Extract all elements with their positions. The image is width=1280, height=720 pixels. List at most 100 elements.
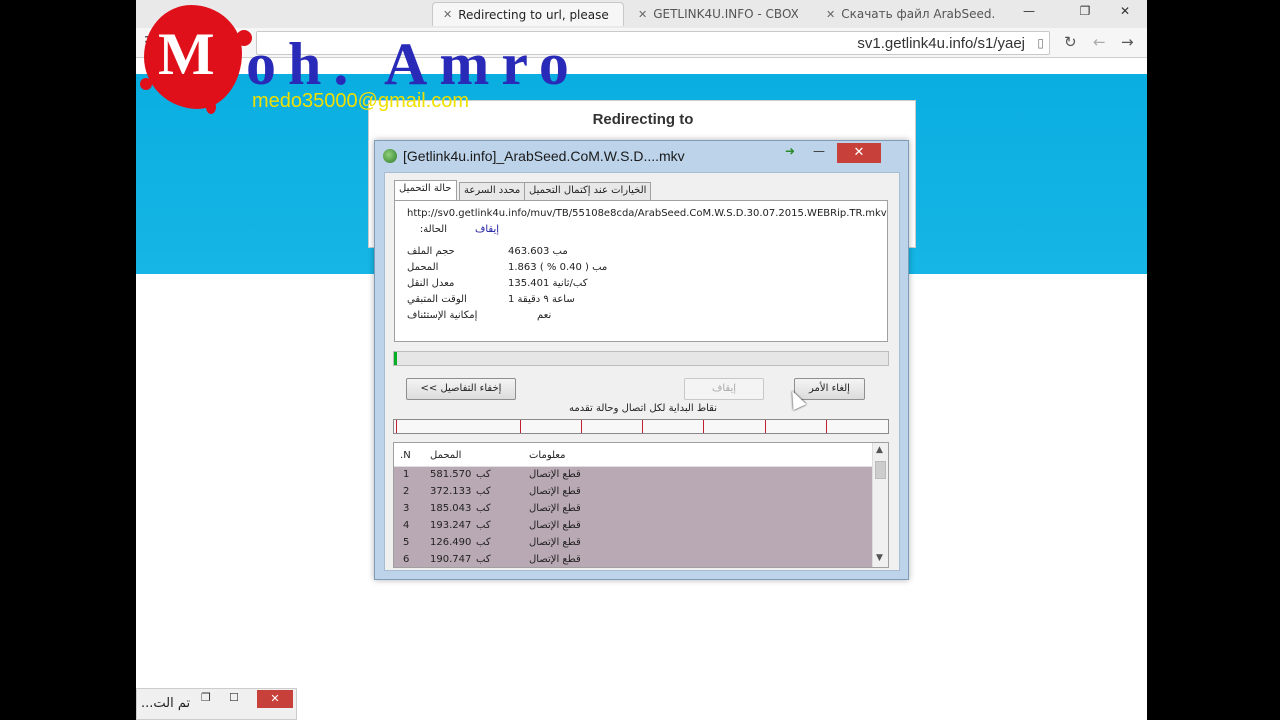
watermark-name: oh. Amro [246,31,581,97]
tab-strip: ✕ Redirecting to url, please ✕ GETLINK4U… [136,0,1147,28]
download-url: http://sv0.getlink4u.info/muv/TB/55108e8… [407,208,887,219]
connections-table: N. المحمل معلومات 1 581.570 كب قطع الإتص… [393,442,889,568]
row-unit: كب [476,537,491,548]
progress-fill [394,352,397,365]
connection-segments-bar [393,419,889,434]
close-tab-icon[interactable]: ✕ [638,8,647,21]
table-header: N. المحمل معلومات [394,443,872,467]
tab-arabseed[interactable]: ✕ Скачать файл ArabSeed. [816,2,998,26]
row-info: قطع الإتصال [529,469,581,480]
tab-speed-limiter[interactable]: محدد السرعة [459,182,526,200]
minimize-window-button[interactable]: — [1016,2,1042,20]
page-icon: ▯ [1037,36,1044,50]
table-scrollbar[interactable]: ▲ ▼ [872,443,888,567]
watermark-splatter [140,78,152,90]
forward-icon[interactable]: → [1121,33,1134,51]
row-info: قطع الإتصال [529,486,581,497]
arrow-icon[interactable]: ➜ [785,144,795,158]
segment-marker [765,420,766,433]
reload-icon[interactable]: ↻ [1064,33,1077,51]
row-unit: كب [476,520,491,531]
field-value: 1 ساعة ٩ دقيقة [508,294,575,305]
segment-marker [642,420,643,433]
hide-details-button[interactable]: إخفاء التفاصيل >> [406,378,516,400]
tab-label: Redirecting to url, please [458,7,609,22]
row-size: 185.043 [430,503,472,514]
table-row[interactable]: 2 372.133 كب قطع الإتصال [394,484,872,501]
maximize-icon[interactable]: ☐ [229,691,239,704]
field-label: معدل النقل [407,278,455,289]
watermark-initial: M [158,21,215,87]
url-text: sv1.getlink4u.info/s1/yaej [857,35,1025,52]
scroll-up-icon[interactable]: ▲ [876,445,883,455]
watermark-email: medo35000@gmail.com [252,90,470,112]
field-value: 135.401 كب/ثانية [508,278,588,289]
field-value: نعم [537,310,552,321]
column-header-n[interactable]: N. [400,450,411,461]
table-row[interactable]: 3 185.043 كب قطع الإتصال [394,501,872,518]
scrollbar-thumb[interactable] [875,461,886,479]
dialog-body: حالة التحميل محدد السرعة الخيارات عند إك… [384,172,900,571]
download-manager-icon [383,149,397,163]
close-tab-icon[interactable]: ✕ [443,8,452,21]
pause-button[interactable]: إيقاف [684,378,764,400]
back-icon[interactable]: ← [1093,33,1106,51]
restore-window-button[interactable]: ❐ [1072,2,1098,20]
row-number: 6 [403,554,410,565]
row-number: 3 [403,503,410,514]
row-number: 1 [403,469,410,480]
table-row[interactable]: 1 581.570 كب قطع الإتصال [394,467,872,484]
column-header-downloaded[interactable]: المحمل [430,450,461,461]
row-number: 4 [403,520,410,531]
field-label: حجم الملف [407,246,455,257]
table-row[interactable]: 6 190.747 كب قطع الإتصال [394,552,872,567]
row-info: قطع الإتصال [529,537,581,548]
row-unit: كب [476,469,491,480]
screen: ✕ Redirecting to url, please ✕ GETLINK4U… [136,0,1147,720]
table-body: 1 581.570 كب قطع الإتصال 2 372.133 كب قط… [394,467,872,567]
status-label: الحالة: [419,224,447,235]
watermark-splatter [206,100,216,114]
minimized-close-button[interactable]: ✕ [257,690,293,708]
row-size: 372.133 [430,486,472,497]
scroll-down-icon[interactable]: ▼ [876,553,883,563]
cancel-button[interactable]: إلغاء الأمر [794,378,865,400]
tab-label: Скачать файл ArabSeed. [841,7,996,21]
dialog-minimize-button[interactable]: — [813,144,825,158]
minimized-window[interactable]: تم الت... ❐ ☐ ✕ [136,688,297,720]
table-row[interactable]: 4 193.247 كب قطع الإتصال [394,518,872,535]
redirect-title: Redirecting to [592,111,694,128]
download-info-panel: http://sv0.getlink4u.info/muv/TB/55108e8… [394,200,888,342]
column-header-info[interactable]: معلومات [529,450,565,461]
segment-marker [826,420,827,433]
field-value: 463.603 مب [508,246,568,257]
tab-download-status[interactable]: حالة التحميل [394,180,457,200]
tab-redirecting[interactable]: ✕ Redirecting to url, please [432,2,624,26]
segments-label: نقاط البداية لكل اتصال وحالة تقدمه [568,403,717,414]
dialog-close-button[interactable]: ✕ [837,143,881,163]
field-label: الوقت المتبقي [407,294,467,305]
field-value: 1.863 مب ( 0.40 % ) [508,262,608,273]
row-unit: كب [476,503,491,514]
segment-marker [396,420,397,433]
segment-marker [520,420,521,433]
tab-on-complete[interactable]: الخيارات عند إكتمال التحميل [524,182,652,200]
field-label: إمكانية الإستئناف [407,310,478,321]
row-size: 126.490 [430,537,472,548]
tab-label: GETLINK4U.INFO - CBOX [653,7,798,21]
close-tab-icon[interactable]: ✕ [826,8,835,21]
row-unit: كب [476,486,491,497]
restore-icon[interactable]: ❐ [201,691,211,704]
close-window-button[interactable]: ✕ [1112,2,1138,20]
download-dialog: [Getlink4u.info]_ArabSeed.CoM.W.S.D....m… [374,140,909,580]
row-info: قطع الإتصال [529,520,581,531]
row-number: 2 [403,486,410,497]
segment-marker [581,420,582,433]
row-size: 193.247 [430,520,472,531]
dialog-title: [Getlink4u.info]_ArabSeed.CoM.W.S.D....m… [403,148,685,164]
row-size: 190.747 [430,554,472,565]
table-row[interactable]: 5 126.490 كب قطع الإتصال [394,535,872,552]
row-info: قطع الإتصال [529,503,581,514]
tab-getlink4u[interactable]: ✕ GETLINK4U.INFO - CBOX [628,2,798,26]
row-unit: كب [476,554,491,565]
